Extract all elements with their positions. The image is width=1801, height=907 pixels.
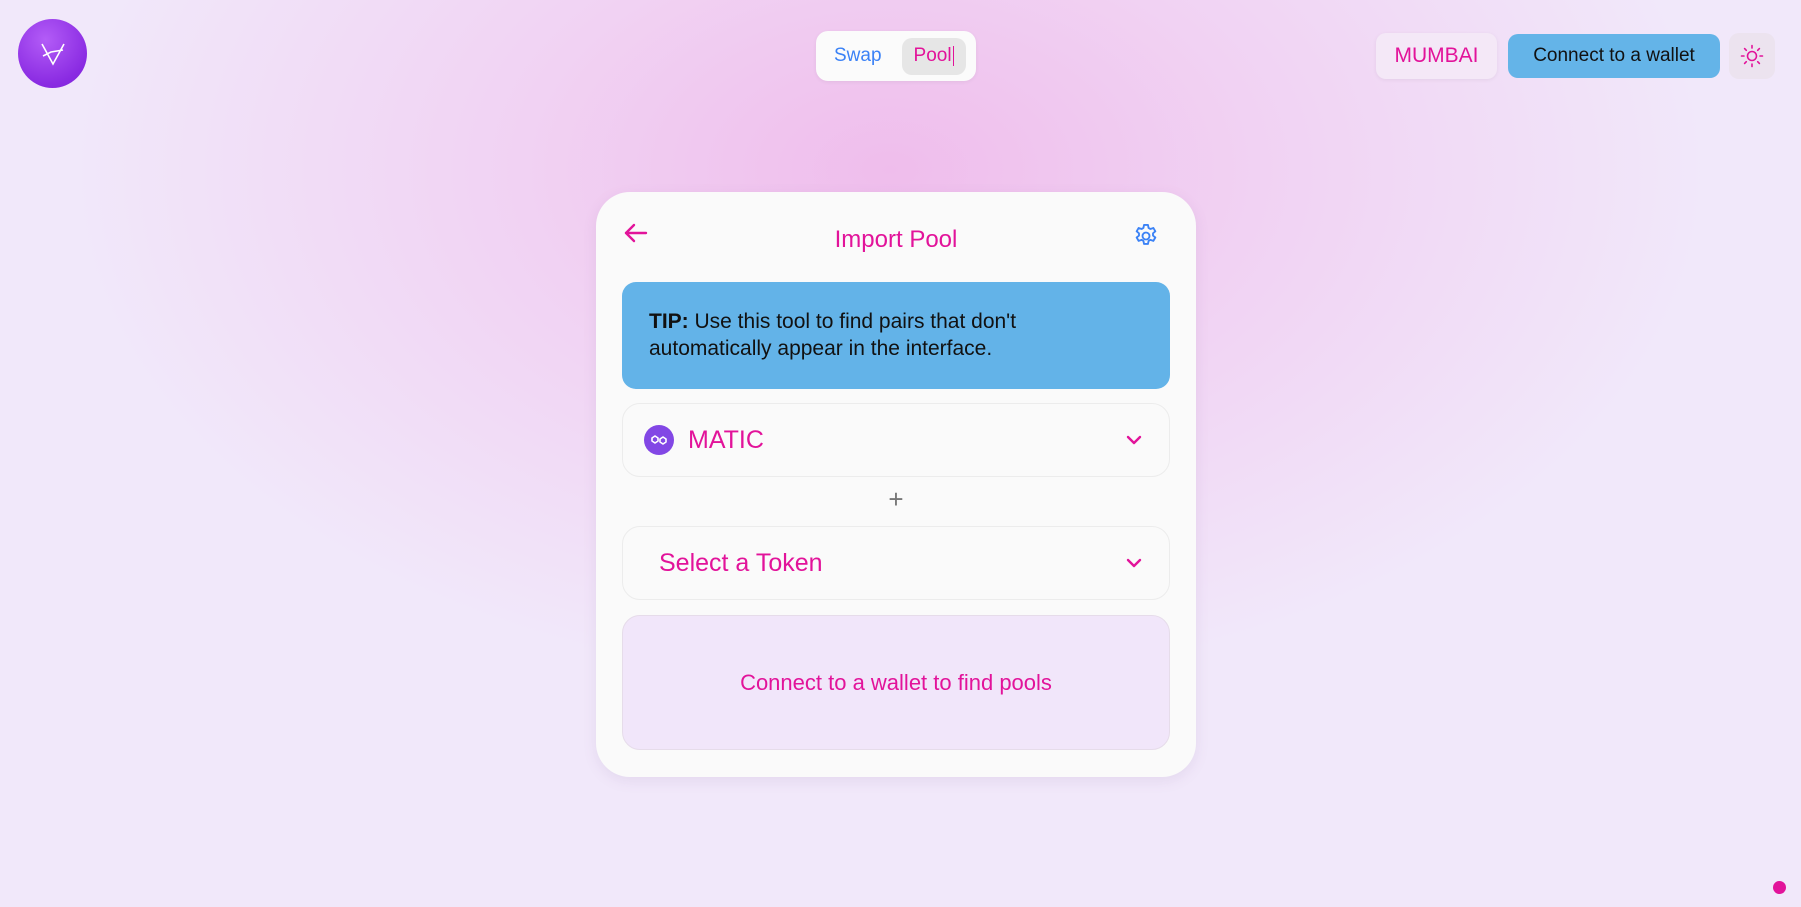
connect-wallet-button[interactable]: Connect to a wallet: [1508, 34, 1720, 78]
gear-icon: [1135, 223, 1157, 245]
token-b-select[interactable]: Select a Token: [622, 526, 1170, 600]
nav-tabs: Swap Pool: [816, 31, 976, 81]
chevron-down-icon: [1126, 435, 1142, 445]
tab-swap-label: Swap: [834, 45, 882, 66]
theme-toggle-button[interactable]: [1729, 33, 1775, 79]
chevron-down-icon: [1126, 558, 1142, 568]
token-a-select[interactable]: MATIC: [622, 403, 1170, 477]
connect-wallet-label: Connect to a wallet: [1533, 45, 1695, 66]
import-pool-card: Import Pool TIP: Use this tool to find p…: [596, 192, 1196, 777]
tip-banner: TIP: Use this tool to find pairs that do…: [622, 282, 1170, 389]
nexus-logo-icon: [40, 43, 65, 66]
tab-pool-label: Pool: [913, 45, 952, 66]
sun-icon: [1740, 44, 1764, 68]
find-pools-message-box: Connect to a wallet to find pools: [622, 615, 1170, 750]
token-a-label: MATIC: [688, 425, 764, 454]
plus-icon: +: [888, 484, 904, 514]
find-pools-message: Connect to a wallet to find pools: [740, 669, 1052, 695]
network-label: MUMBAI: [1394, 44, 1479, 67]
token-b-label: Select a Token: [659, 548, 823, 577]
polygon-icon: [644, 425, 674, 455]
text-cursor: [952, 46, 955, 66]
tab-pool[interactable]: Pool: [901, 37, 967, 75]
tip-text: Use this tool to find pairs that don't a…: [649, 310, 1017, 360]
network-selector[interactable]: MUMBAI: [1376, 33, 1497, 79]
tab-swap[interactable]: Swap: [822, 38, 894, 75]
page-title: Import Pool: [834, 226, 958, 253]
tip-prefix: TIP:: [649, 310, 689, 333]
settings-button[interactable]: [1132, 222, 1160, 250]
app-logo[interactable]: [18, 19, 87, 88]
status-indicator-dot: [1773, 881, 1786, 894]
